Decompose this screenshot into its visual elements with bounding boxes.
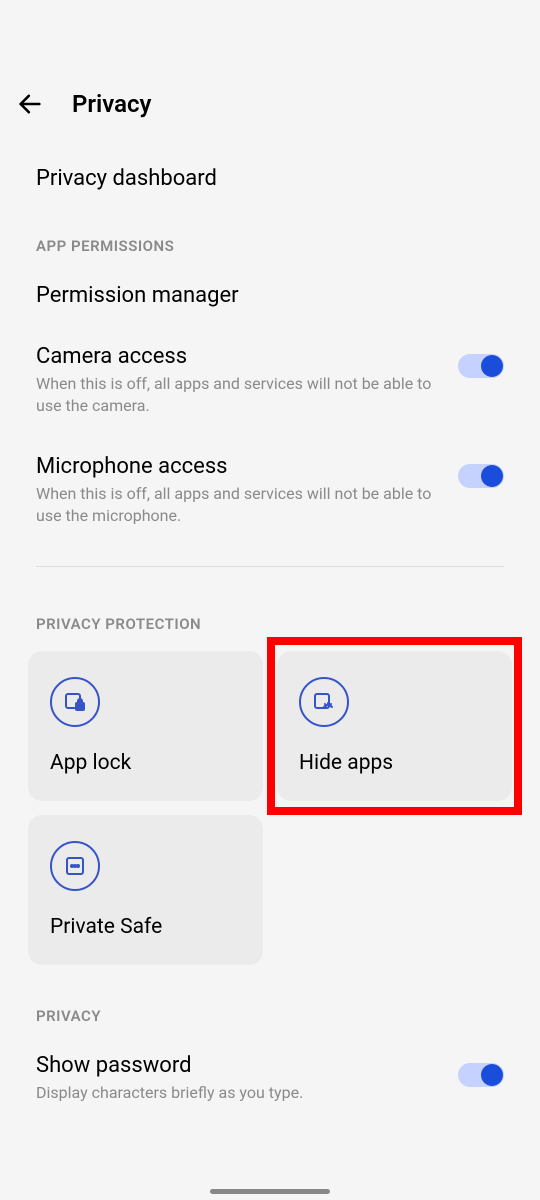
- item-label: Microphone access: [36, 454, 438, 479]
- private-safe-icon: [50, 841, 100, 891]
- toggle-thumb: [481, 355, 503, 377]
- item-subtitle: When this is off, all apps and services …: [36, 483, 438, 528]
- toggle-thumb: [481, 1064, 503, 1086]
- camera-access-item[interactable]: Camera access When this is off, all apps…: [20, 326, 520, 436]
- hide-apps-card[interactable]: Hide apps: [277, 651, 512, 801]
- card-label: Hide apps: [299, 751, 490, 775]
- item-label: Show password: [36, 1053, 438, 1078]
- show-password-item[interactable]: Show password Display characters briefly…: [20, 1035, 520, 1122]
- item-label: Camera access: [36, 344, 438, 369]
- back-button[interactable]: [16, 90, 44, 118]
- arrow-left-icon: [16, 90, 44, 118]
- section-privacy-protection: PRIVACY PROTECTION: [20, 587, 520, 643]
- navigation-handle[interactable]: [210, 1189, 330, 1194]
- item-label: Privacy dashboard: [36, 166, 504, 191]
- permission-manager-item[interactable]: Permission manager: [20, 265, 520, 326]
- card-label: App lock: [50, 751, 241, 775]
- section-app-permissions: APP PERMISSIONS: [20, 209, 520, 265]
- private-safe-card[interactable]: Private Safe: [28, 815, 263, 965]
- show-password-toggle[interactable]: [458, 1063, 504, 1087]
- camera-access-toggle[interactable]: [458, 354, 504, 378]
- app-lock-icon: [50, 677, 100, 727]
- app-lock-card[interactable]: App lock: [28, 651, 263, 801]
- page-title: Privacy: [72, 90, 151, 118]
- hide-apps-icon: [299, 677, 349, 727]
- highlight-annotation: [267, 637, 522, 815]
- item-subtitle: Display characters briefly as you type.: [36, 1082, 438, 1104]
- card-label: Private Safe: [50, 915, 241, 939]
- privacy-dashboard-item[interactable]: Privacy dashboard: [20, 148, 520, 209]
- section-privacy: PRIVACY: [20, 965, 520, 1035]
- item-label: Permission manager: [36, 283, 504, 308]
- toggle-thumb: [481, 465, 503, 487]
- microphone-access-toggle[interactable]: [458, 464, 504, 488]
- divider: [36, 566, 504, 567]
- microphone-access-item[interactable]: Microphone access When this is off, all …: [20, 436, 520, 546]
- item-subtitle: When this is off, all apps and services …: [36, 373, 438, 418]
